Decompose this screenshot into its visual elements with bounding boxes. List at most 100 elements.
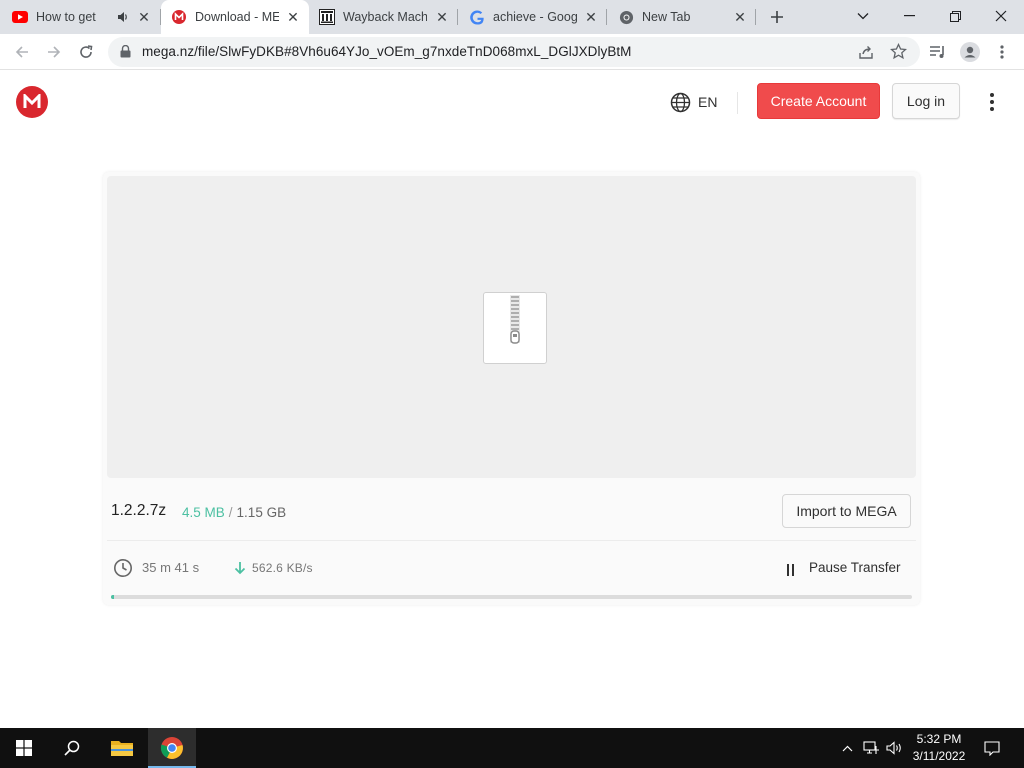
taskbar-time: 5:32 PM <box>916 732 962 746</box>
network-button[interactable] <box>860 728 882 768</box>
tab-search-button[interactable] <box>840 0 886 32</box>
download-progress-bar <box>111 595 912 599</box>
reload-icon <box>80 45 93 58</box>
downloaded-size: 4.5 MB <box>182 505 225 520</box>
file-preview-area <box>107 176 916 478</box>
media-queue-icon <box>930 46 944 58</box>
google-icon <box>469 9 485 25</box>
language-selector[interactable]: EN <box>670 92 717 112</box>
file-explorer-button[interactable] <box>98 728 146 768</box>
chrome-taskbar-button[interactable] <box>148 728 196 768</box>
tab-title: achieve - Goog <box>493 10 577 24</box>
browser-tab-mega[interactable]: Download - ME ✕ <box>161 0 309 34</box>
restore-button[interactable] <box>932 0 978 32</box>
chrome-logo-icon <box>160 737 183 759</box>
search-button[interactable] <box>48 728 96 768</box>
language-code: EN <box>698 94 718 110</box>
taskbar-clock[interactable]: 5:32 PM 3/11/2022 <box>906 731 972 765</box>
download-progress-fill <box>111 595 115 599</box>
reload-button[interactable] <box>72 38 100 66</box>
restore-icon <box>949 10 961 22</box>
windows-logo-icon <box>16 740 32 756</box>
notifications-button[interactable] <box>978 728 1006 768</box>
profile-button[interactable] <box>956 38 984 66</box>
file-name: 1.2.2.7z <box>111 502 167 519</box>
mega-logo[interactable] <box>16 86 48 118</box>
folder-icon <box>111 741 133 756</box>
pause-transfer-label: Pause Transfer <box>809 560 901 575</box>
back-button[interactable] <box>8 38 36 66</box>
browser-tab-google[interactable]: achieve - Goog ✕ <box>459 0 607 34</box>
minimize-button[interactable] <box>886 0 932 32</box>
close-tab-icon[interactable]: ✕ <box>285 9 301 25</box>
forward-button[interactable] <box>40 38 68 66</box>
browser-tab-newtab[interactable]: New Tab ✕ <box>608 0 756 34</box>
browser-tab-wayback[interactable]: Wayback Machi ✕ <box>310 0 458 34</box>
tab-separator <box>755 9 756 25</box>
create-account-button[interactable]: Create Account <box>757 83 880 119</box>
wayback-icon <box>319 9 335 25</box>
chrome-icon <box>618 9 634 25</box>
zip-file-icon <box>483 292 547 364</box>
tab-title: New Tab <box>642 10 691 24</box>
search-icon <box>64 740 80 756</box>
close-tab-icon[interactable]: ✕ <box>434 9 450 25</box>
download-card: 1.2.2.7z 4.5 MB/1.15 GB Import to MEGA 3… <box>103 172 920 605</box>
pause-icon <box>786 563 796 576</box>
download-speed: 562.6 KB/s <box>252 561 313 575</box>
tab-title: How to get <box>36 10 96 24</box>
volume-icon <box>886 741 901 755</box>
download-size: 4.5 MB/1.15 GB <box>182 505 286 520</box>
browser-tab-strip: How to get ✕ Download - ME ✕ Wayback Mac… <box>0 0 1024 34</box>
close-icon <box>995 10 1007 22</box>
speaker-icon[interactable] <box>116 10 130 27</box>
close-tab-icon[interactable]: ✕ <box>136 9 152 25</box>
header-divider <box>737 92 738 114</box>
volume-button[interactable] <box>884 728 906 768</box>
show-hidden-icons-button[interactable] <box>838 728 856 768</box>
account-icon <box>960 42 980 62</box>
globe-icon <box>670 92 691 112</box>
clock-icon <box>113 558 133 578</box>
card-divider <box>107 540 916 541</box>
new-tab-button[interactable] <box>766 7 788 27</box>
tab-separator <box>457 9 458 25</box>
media-controls-button[interactable] <box>924 38 952 66</box>
pause-transfer-button[interactable]: Pause Transfer <box>779 552 909 582</box>
address-bar[interactable]: mega.nz/file/SlwFyDKB#8Vh6u64YJo_vOEm_g7… <box>108 37 920 67</box>
minimize-icon <box>903 15 915 17</box>
close-tab-icon[interactable]: ✕ <box>583 9 599 25</box>
arrow-left-icon <box>15 46 28 58</box>
tab-separator <box>606 9 607 25</box>
browser-toolbar: mega.nz/file/SlwFyDKB#8Vh6u64YJo_vOEm_g7… <box>0 34 1024 70</box>
tab-title: Download - ME <box>195 10 279 24</box>
notification-icon <box>984 740 1000 756</box>
close-tab-icon[interactable]: ✕ <box>732 9 748 25</box>
start-button[interactable] <box>0 728 48 768</box>
bookmark-star-icon[interactable] <box>889 42 908 65</box>
total-size: 1.15 GB <box>236 505 287 520</box>
more-vert-icon <box>1000 45 1004 59</box>
share-icon[interactable] <box>858 44 874 65</box>
windows-taskbar: 5:32 PM 3/11/2022 <box>0 728 1024 768</box>
chevron-down-icon <box>857 13 869 20</box>
chevron-up-icon <box>842 745 852 751</box>
browser-tab-youtube[interactable]: How to get ✕ <box>12 0 160 34</box>
youtube-icon <box>12 9 28 25</box>
plus-icon <box>771 11 783 23</box>
url-text: mega.nz/file/SlwFyDKB#8Vh6u64YJo_vOEm_g7… <box>142 44 632 59</box>
tab-title: Wayback Machi <box>343 10 427 24</box>
network-icon <box>862 741 879 754</box>
size-separator: / <box>228 505 233 520</box>
close-window-button[interactable] <box>978 0 1024 32</box>
page-menu-button[interactable] <box>982 90 1002 114</box>
login-button[interactable]: Log in <box>892 83 960 119</box>
download-arrow-icon <box>234 561 246 575</box>
chrome-menu-button[interactable] <box>988 38 1016 66</box>
time-remaining: 35 m 41 s <box>142 560 200 575</box>
lock-icon[interactable] <box>120 44 131 63</box>
taskbar-date: 3/11/2022 <box>912 749 966 763</box>
arrow-right-icon <box>48 46 61 58</box>
mega-m-icon <box>23 94 41 108</box>
import-to-mega-button[interactable]: Import to MEGA <box>782 494 911 528</box>
